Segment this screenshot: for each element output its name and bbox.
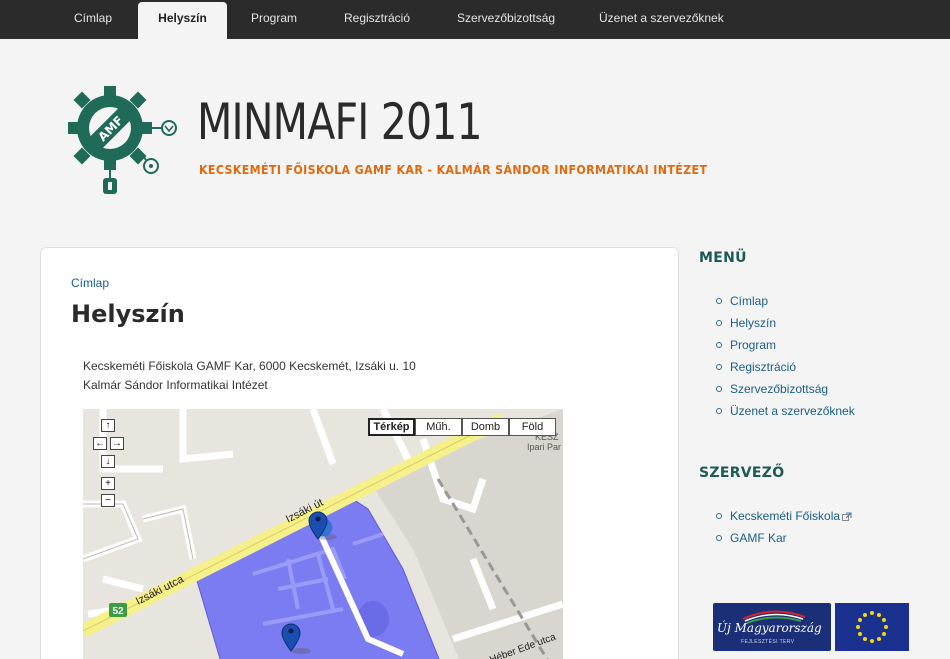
site-logo[interactable]: AMF: [66, 84, 184, 202]
banner-subtitle: FEJLESZTÉSI TERV: [741, 639, 795, 645]
uj-magyarorszag-banner[interactable]: Új Magyarország FEJLESZTÉSI TERV: [713, 603, 831, 651]
sidebar-item-regisztracio[interactable]: Regisztráció: [716, 356, 855, 378]
sidebar-item-cimlap[interactable]: Címlap: [716, 290, 855, 312]
sidebar-item-program[interactable]: Program: [716, 334, 855, 356]
tab-program[interactable]: Program: [247, 0, 301, 39]
tab-uzenet[interactable]: Üzenet a szervezőknek: [595, 0, 728, 39]
eu-flag-banner[interactable]: [835, 603, 909, 651]
organizer-heading: SZERVEZŐ: [699, 465, 785, 481]
sidebar-item-helyszin[interactable]: Helyszín: [716, 312, 855, 334]
main-content: Címlap Helyszín Kecskeméti Főiskola GAMF…: [40, 247, 679, 659]
pan-down-icon[interactable]: ↓: [101, 455, 115, 468]
location-map[interactable]: 52 Izsáki utca Izsáki út Héber Ede utca …: [83, 409, 563, 659]
pan-right-icon[interactable]: →: [110, 437, 124, 450]
menu-heading: MENÜ: [699, 250, 747, 266]
tab-cimlap[interactable]: Címlap: [70, 0, 116, 39]
banner-title: Új Magyarország: [717, 621, 822, 635]
address-line: Kalmár Sándor Informatikai Intézet: [83, 378, 268, 392]
map-type-fold[interactable]: Föld: [509, 418, 556, 436]
external-link-icon: [842, 512, 852, 522]
pan-left-icon[interactable]: ←: [93, 437, 107, 450]
tab-szervezobizottsag[interactable]: Szervezőbizottság: [453, 0, 559, 39]
map-type-domb[interactable]: Domb: [462, 418, 509, 436]
gear-logo-icon: AMF: [68, 86, 177, 194]
map-type-terkep[interactable]: Térkép: [368, 418, 415, 436]
address-line: Kecskeméti Főiskola GAMF Kar, 6000 Kecsk…: [83, 359, 416, 373]
pan-up-icon[interactable]: ↑: [101, 419, 115, 432]
route-52-icon: 52: [109, 603, 127, 617]
tab-helyszin[interactable]: Helyszín: [138, 2, 227, 39]
organizer-item-kecskemeti-foiskola[interactable]: Kecskeméti Főiskola: [716, 505, 852, 527]
eu-stars-icon: [856, 611, 888, 643]
zoom-in-icon[interactable]: +: [101, 477, 115, 490]
site-slogan: KECSKEMÉTI FŐISKOLA GAMF KAR - KALMÁR SÁ…: [199, 163, 708, 177]
address: Kecskeméti Főiskola GAMF Kar, 6000 Kecsk…: [83, 357, 416, 395]
site-title[interactable]: MINMAFI 2011: [197, 97, 483, 147]
zoom-out-icon[interactable]: −: [101, 494, 115, 507]
top-navigation: Címlap Helyszín Program Regisztráció Sze…: [0, 0, 950, 39]
page-title: Helyszín: [71, 300, 185, 328]
map-canvas[interactable]: 52 Izsáki utca Izsáki út Héber Ede utca …: [83, 409, 563, 659]
organizer-link-label[interactable]: Kecskeméti Főiskola: [730, 509, 840, 523]
sidebar-item-szervezobizottsag[interactable]: Szervezőbizottság: [716, 378, 855, 400]
map-type-muh[interactable]: Műh.: [415, 418, 462, 436]
route-label: 52: [112, 606, 124, 617]
sidebar-item-uzenet[interactable]: Üzenet a szervezőknek: [716, 400, 855, 422]
tab-regisztracio[interactable]: Regisztráció: [340, 0, 414, 39]
organizer-list: Kecskeméti Főiskola GAMF Kar: [716, 505, 852, 549]
organizer-item-gamf-kar[interactable]: GAMF Kar: [716, 527, 852, 549]
breadcrumb[interactable]: Címlap: [71, 276, 109, 290]
sidebar-menu: Címlap Helyszín Program Regisztráció Sze…: [716, 290, 855, 422]
map-poi-label: Ipari Par: [527, 442, 561, 452]
